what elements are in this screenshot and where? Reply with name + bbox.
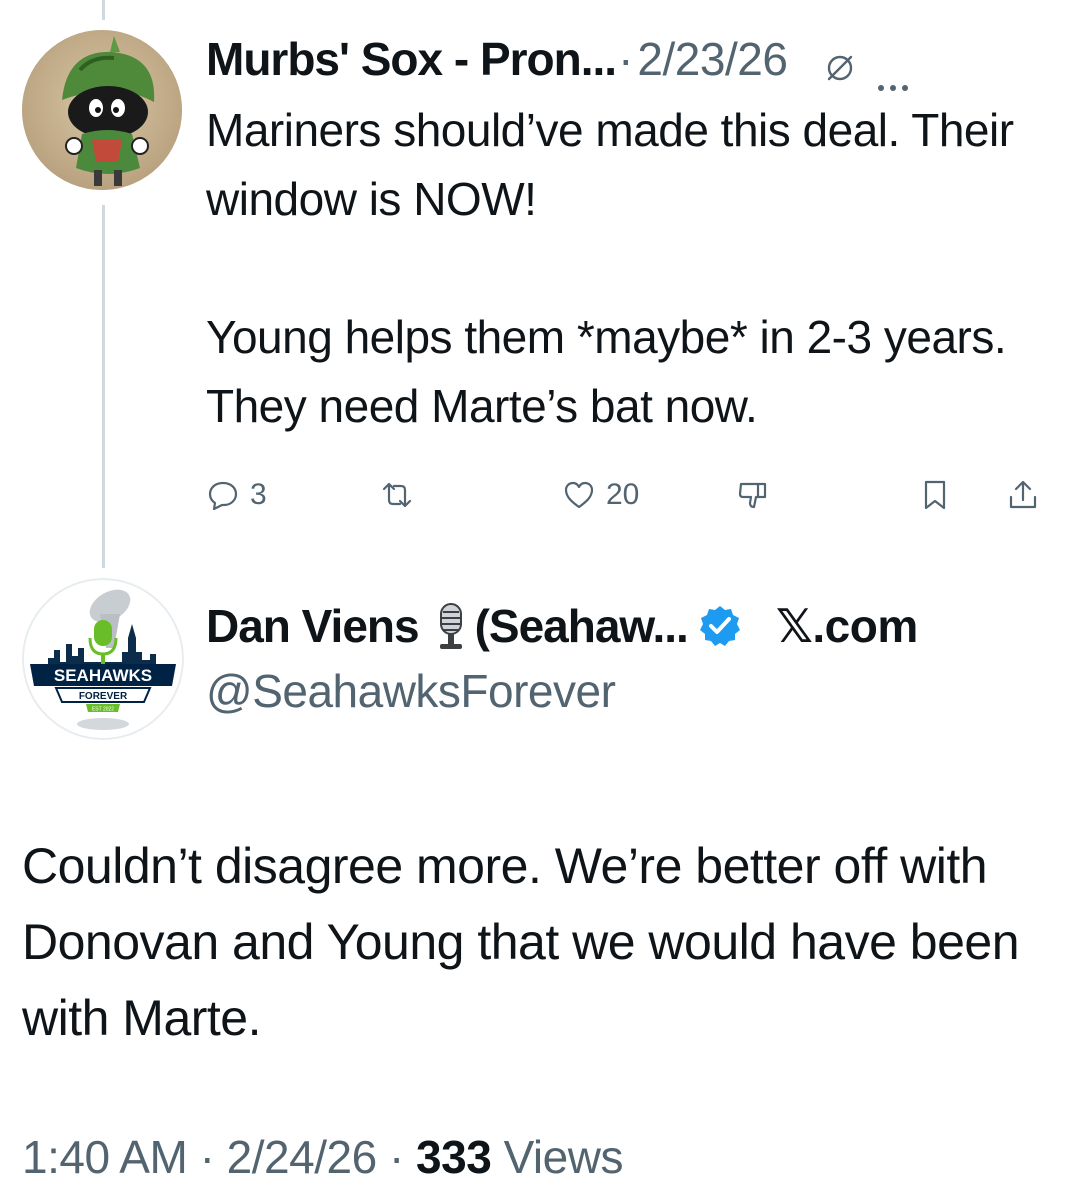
grok-icon[interactable] [823, 42, 857, 81]
thumbs-down-icon [738, 482, 767, 509]
share-icon [1009, 480, 1037, 509]
views-count: 333 [416, 1131, 492, 1183]
marvin-avatar-image [22, 30, 182, 190]
views-label: Views [503, 1131, 624, 1183]
tweet-time[interactable]: 1:40 AM [22, 1131, 188, 1183]
reply-separator: · [618, 33, 634, 85]
heart-icon [564, 481, 594, 509]
xcom-label: 𝕏.com [775, 600, 918, 652]
main-tweet-text: Couldn’t disagree more. We’re better off… [22, 838, 1020, 1046]
main-author-name-suffix[interactable]: (Seahaw... [475, 599, 689, 653]
reply-text-paragraph: Mariners should’ve made this deal. Their… [206, 104, 1014, 225]
reply-count: 3 [250, 478, 267, 511]
logo-sub-text: FOREVER [79, 691, 128, 702]
share-button[interactable] [1006, 470, 1040, 520]
main-author-name[interactable]: Dan Viens [206, 599, 420, 653]
main-author-handle[interactable]: @SeahawksForever [206, 664, 616, 718]
retweet-icon [382, 482, 412, 508]
thread-line [102, 205, 105, 568]
retweet-button[interactable] [380, 470, 414, 520]
reply-header: Murbs' Sox - Pron... · 2/23/26 [206, 28, 1050, 91]
reply-button[interactable]: 3 [206, 470, 267, 520]
main-author-row: Dan Viens (Seahaw... 𝕏.com [206, 594, 1046, 658]
verified-badge-icon[interactable] [698, 604, 742, 648]
main-avatar[interactable]: SEAHAWKS FOREVER EST 2022 [22, 578, 184, 740]
main-tweet-meta: 1:40 AM · 2/24/26 · 333 Views [22, 1130, 623, 1184]
seahawks-forever-logo: SEAHAWKS FOREVER EST 2022 [22, 578, 184, 740]
logo-banner-text: SEAHAWKS [54, 666, 152, 685]
meta-separator: · [199, 1131, 215, 1183]
bookmark-button[interactable] [918, 470, 952, 520]
reply-text: Mariners should’ve made this deal. Their… [206, 96, 1046, 441]
like-count: 20 [606, 478, 640, 511]
meta-separator: · [388, 1131, 404, 1183]
reply-author-name[interactable]: Murbs' Sox - Pron... [206, 32, 617, 86]
like-button[interactable]: 20 [562, 470, 639, 520]
more-icon[interactable] [873, 52, 913, 91]
dislike-button[interactable] [736, 470, 770, 520]
reply-action-bar: 3 20 [206, 470, 1050, 520]
reply-text-paragraph: Young helps them *maybe* in 2-3 years. T… [206, 311, 1007, 432]
reply-date[interactable]: 2/23/26 [637, 32, 787, 86]
speech-bubble-icon [208, 481, 238, 511]
bookmark-icon [924, 480, 946, 510]
tweet-date[interactable]: 2/24/26 [227, 1131, 377, 1183]
microphone-icon [439, 603, 462, 649]
thread-line-top [102, 0, 105, 20]
logo-est-text: EST 2022 [92, 707, 114, 713]
reply-avatar[interactable] [22, 30, 182, 190]
